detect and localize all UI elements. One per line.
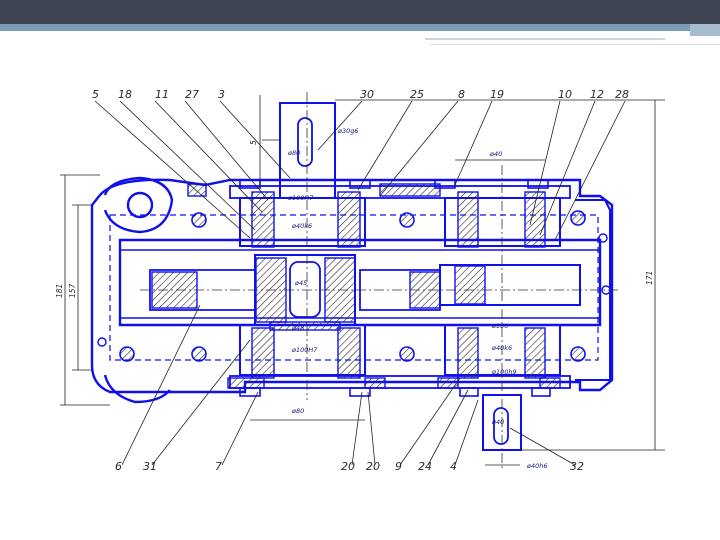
dimension-text: 181 [55,284,64,298]
part-label: 10 [558,88,572,101]
part-label: 8 [458,88,465,101]
gearbox-technical-drawing: 5 18 11 27 3 30 25 8 19 10 12 28 6 31 7 … [55,88,665,473]
dimension-text: ø80 [291,407,304,415]
dimension-text: 5 [249,140,258,145]
part-label: 9 [395,460,402,473]
part-label: 18 [118,88,132,101]
part-label: 20 [341,460,355,473]
dimension-text: ø40k6 [291,222,312,230]
part-label: 31 [143,460,157,473]
dimension-text: ø45 [294,279,307,287]
bottom-part-labels: 6 31 7 20 20 9 24 4 32 [115,460,584,473]
part-label: 11 [155,88,169,101]
part-label: 30 [360,88,374,101]
part-label: 32 [570,460,584,473]
dimension-text: ø80 [287,149,300,157]
part-label: 5 [92,88,99,101]
dimension-text: ø40k6 [491,344,512,352]
part-label: 4 [450,460,457,473]
part-label: 12 [590,88,604,101]
dimension-text: ø40 [491,418,504,426]
slide: 5 18 11 27 3 30 25 8 19 10 12 28 6 31 7 … [0,0,720,540]
part-label: 27 [185,88,199,101]
dimension-text: ø100H7 [291,346,318,354]
dimension-text: ø100 [491,322,508,330]
part-label: 20 [366,460,380,473]
part-label: 7 [215,460,222,473]
part-label: 19 [490,88,504,101]
dimension-text: ø100H7 [287,194,314,202]
top-part-labels: 5 18 11 27 3 30 25 8 19 10 12 28 [92,88,629,101]
part-label: 3 [218,88,225,101]
part-label: 25 [410,88,424,101]
dimension-text: 171 [645,271,654,285]
part-label: 28 [615,88,629,101]
dimension-text: ø30g6 [337,127,359,135]
part-label: 24 [418,460,432,473]
dimension-text: ø40 [489,150,502,158]
dimension-text: ø48 [291,324,304,332]
dimension-text: ø100h9 [491,368,517,376]
dimension-text: ø40h6 [526,462,548,470]
center-lines [140,92,620,470]
part-label: 6 [115,460,122,473]
dimension-text: 157 [68,283,77,298]
